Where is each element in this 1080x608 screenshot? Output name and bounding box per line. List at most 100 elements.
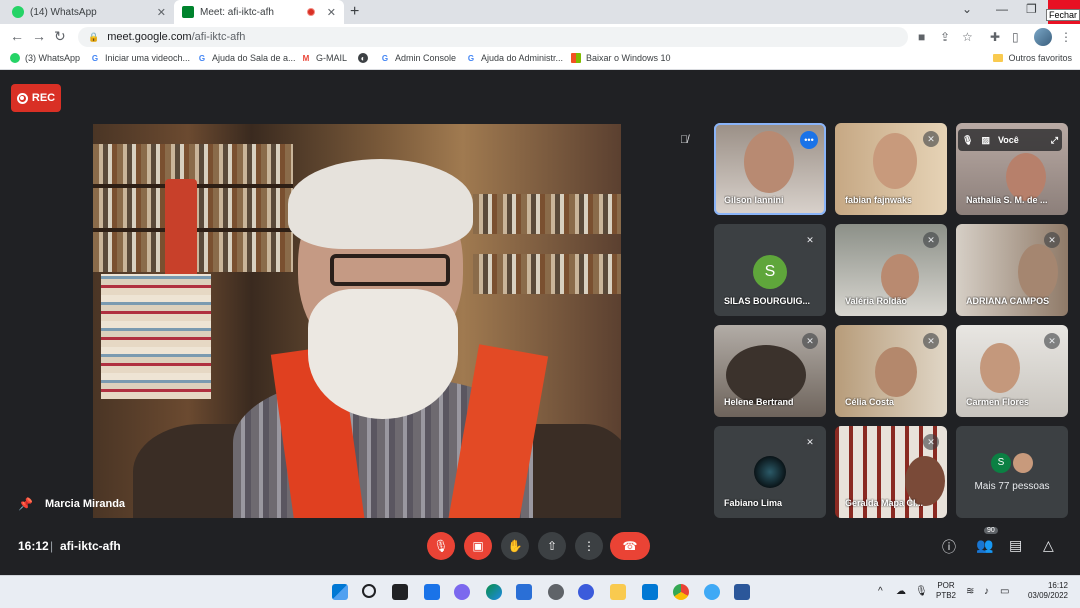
leave-call-button[interactable]: ☎	[610, 532, 650, 560]
new-tab-button[interactable]: +	[350, 3, 359, 21]
rec-label: REC	[31, 92, 56, 104]
url-field[interactable]: 🔒 meet.google.com /afi-iktc-afh	[78, 27, 908, 47]
participant-tile[interactable]: ••• Gilson Iannini	[714, 123, 826, 215]
bookshelf	[473, 194, 621, 234]
battery-icon[interactable]: ▭	[1000, 586, 1009, 597]
participant-name: Carmen Flores	[966, 397, 1030, 407]
volume-icon[interactable]: ♪	[984, 586, 989, 597]
camera-off-icon[interactable]: ▨	[981, 135, 990, 146]
participant-tile[interactable]: 🎙 ▨ Você ⤢ Nathalia S. M. de ...	[956, 123, 1068, 215]
show-hidden-icons[interactable]: ^	[878, 586, 883, 597]
start-icon[interactable]	[332, 584, 348, 600]
avatar: S	[991, 452, 1011, 473]
system-clock[interactable]: 16:12 03/09/2022	[1018, 581, 1068, 601]
bookmark-whatsapp[interactable]: (3) WhatsApp	[10, 53, 80, 63]
participant-tile[interactable]: ✕ Geralda Mapa Cl...	[835, 426, 947, 518]
file-explorer-icon[interactable]	[610, 584, 626, 600]
edge-icon[interactable]	[486, 584, 502, 600]
other-bookmarks[interactable]: Outros favoritos	[993, 53, 1072, 63]
maximize-button[interactable]: ❐	[1026, 2, 1037, 16]
app-icon[interactable]	[704, 584, 720, 600]
bookmark-label: G-MAIL	[316, 53, 348, 63]
chrome-menu-icon[interactable]: ⋮	[1060, 30, 1072, 44]
task-view-icon[interactable]	[392, 584, 408, 600]
more-options-icon[interactable]: •••	[800, 131, 818, 149]
bookmark-baixar-windows[interactable]: Baixar o Windows 10	[571, 53, 671, 63]
chrome-icon[interactable]	[673, 584, 689, 600]
side-panel-icon[interactable]: ▯	[1012, 30, 1019, 44]
minimize-button[interactable]: —	[996, 2, 1008, 16]
mic-toggle-button[interactable]: 🎙	[427, 532, 455, 560]
word-icon[interactable]	[734, 584, 750, 600]
extensions-icon[interactable]: ✚	[990, 30, 1000, 44]
self-label: Você	[997, 135, 1019, 145]
bookmark-ajuda-admin[interactable]: G Ajuda do Administr...	[466, 53, 563, 63]
profile-avatar[interactable]	[1034, 28, 1052, 46]
camera-toggle-button[interactable]: ▣	[464, 532, 492, 560]
info-icon[interactable]: ⓘ	[942, 537, 956, 557]
chat-icon[interactable]: ▤	[1009, 537, 1022, 554]
activities-icon[interactable]: △	[1043, 537, 1054, 554]
forward-icon[interactable]: →	[32, 28, 46, 44]
more-vert-icon: ⋮	[583, 539, 595, 553]
onedrive-icon[interactable]: ☁	[896, 586, 906, 597]
bookmark-globe[interactable]: ◐	[358, 53, 373, 63]
people-icon[interactable]: 👥	[976, 537, 993, 554]
close-tab-icon[interactable]: ✕	[327, 6, 336, 19]
back-icon[interactable]: ←	[10, 28, 24, 44]
more-options-button[interactable]: ⋮	[575, 532, 603, 560]
recording-badge[interactable]: REC	[11, 84, 61, 112]
more-participants-tile[interactable]: S Mais 77 pessoas	[956, 426, 1068, 518]
teams-chat-icon[interactable]	[454, 584, 470, 600]
participant-tile[interactable]: ✕ Valéria Roldão	[835, 224, 947, 316]
wifi-icon[interactable]: ≋	[966, 586, 974, 597]
present-button[interactable]: ⇧	[538, 532, 566, 560]
widgets-icon[interactable]	[424, 584, 440, 600]
pinned-video[interactable]	[93, 124, 621, 518]
participant-video	[726, 345, 806, 405]
hangup-icon: ☎	[622, 539, 638, 553]
book-stack	[101, 274, 211, 399]
share-icon[interactable]: ⇪	[940, 30, 950, 44]
participant-tile[interactable]: ✕ Helene Bertrand	[714, 325, 826, 417]
bookmark-star-icon[interactable]: ☆	[962, 30, 973, 44]
store-icon[interactable]	[516, 584, 532, 600]
settings-icon[interactable]	[548, 584, 564, 600]
red-flag	[165, 179, 197, 289]
bookmark-videochamada[interactable]: G Iniciar uma videoch...	[90, 53, 190, 63]
lock-icon[interactable]: 🔒	[88, 32, 99, 43]
raise-hand-button[interactable]: ✋	[501, 532, 529, 560]
language-indicator[interactable]: POR PTB2	[936, 581, 956, 601]
mic-icon[interactable]: 🎙	[915, 586, 928, 597]
participant-tile[interactable]: ✕ Fabiano Lima	[714, 426, 826, 518]
url-host: meet.google.com	[107, 31, 192, 43]
outlook-icon[interactable]	[642, 584, 658, 600]
tab-whatsapp[interactable]: (14) WhatsApp ✕	[4, 0, 174, 24]
bookmark-label: (3) WhatsApp	[25, 53, 81, 63]
participant-tile[interactable]: ✕ Célia Costa	[835, 325, 947, 417]
expand-icon[interactable]: ⤢	[1051, 135, 1058, 146]
close-tab-icon[interactable]: ✕	[157, 6, 166, 19]
pin-icon[interactable]: 📌	[18, 497, 33, 511]
tab-meet[interactable]: Meet: afi-iktc-afh ✕	[174, 0, 344, 24]
participant-tile[interactable]: ✕ Carmen Flores	[956, 325, 1068, 417]
search-icon[interactable]	[362, 584, 376, 598]
app-icon[interactable]	[578, 584, 594, 600]
bookmark-admin-console[interactable]: G Admin Console	[380, 53, 456, 63]
mic-off-icon: ✕	[1044, 232, 1060, 248]
mic-off-icon[interactable]: 🎙	[962, 135, 973, 146]
participant-name: Geralda Mapa Cl...	[845, 498, 924, 508]
windows-taskbar: ^ ☁ 🎙 POR PTB2 ≋ ♪ ▭ 16:12 03/09/2022	[0, 575, 1080, 608]
bookmark-ajuda-sala[interactable]: G Ajuda do Sala de a...	[197, 53, 296, 63]
participant-tile[interactable]: ✕ ADRIANA CAMPOS	[956, 224, 1068, 316]
mic-off-icon: ✕	[802, 333, 818, 349]
hand-icon: ✋	[507, 539, 523, 553]
bookmark-gmail[interactable]: M G-MAIL	[301, 53, 347, 63]
reload-icon[interactable]: ↻	[54, 28, 66, 45]
avatar	[754, 456, 786, 488]
participant-tile[interactable]: ✕ S SILAS BOURGUIG...	[714, 224, 826, 316]
participant-tile[interactable]: ✕ fabian fajnwaks	[835, 123, 947, 215]
participant-name: Fabiano Lima	[724, 498, 783, 508]
tab-search-icon[interactable]: ⌄	[962, 2, 972, 16]
camera-in-use-icon[interactable]: ■	[918, 30, 925, 44]
